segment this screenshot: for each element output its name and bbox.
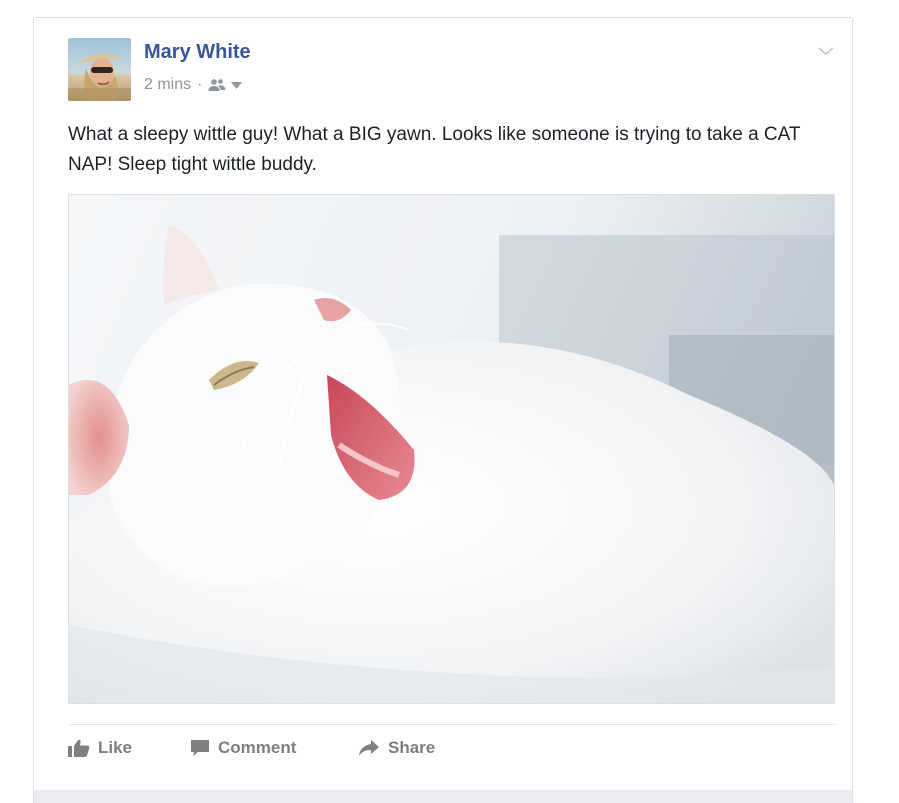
author-name[interactable]: Mary White [144,41,251,64]
chevron-down-icon[interactable] [817,44,835,58]
comment-button[interactable]: Comment [190,738,358,758]
comment-label: Comment [218,738,297,757]
post-actions: Like Comment Share [68,736,435,760]
actions-divider [68,724,835,725]
share-arrow-icon [359,740,379,756]
post-meta: 2 mins · [144,76,243,94]
audience-selector[interactable] [208,78,243,92]
share-label: Share [388,738,436,757]
avatar[interactable] [68,38,131,101]
avatar-photo [68,38,131,101]
post-timestamp[interactable]: 2 mins [144,76,191,94]
share-button[interactable]: Share [358,738,435,758]
caret-down-icon [231,81,243,89]
like-label: Like [98,738,133,757]
cat-photo [69,195,834,703]
post-card: Mary White 2 mins · What a sleepy wittle… [33,17,853,803]
meta-separator: · [197,76,203,93]
thumbs-up-icon [68,739,90,757]
comment-icon [191,740,209,756]
friends-icon [208,79,226,91]
post-photo[interactable] [68,194,835,704]
post-text: What a sleepy wittle guy! What a BIG yaw… [68,124,801,175]
like-button[interactable]: Like [68,738,190,758]
